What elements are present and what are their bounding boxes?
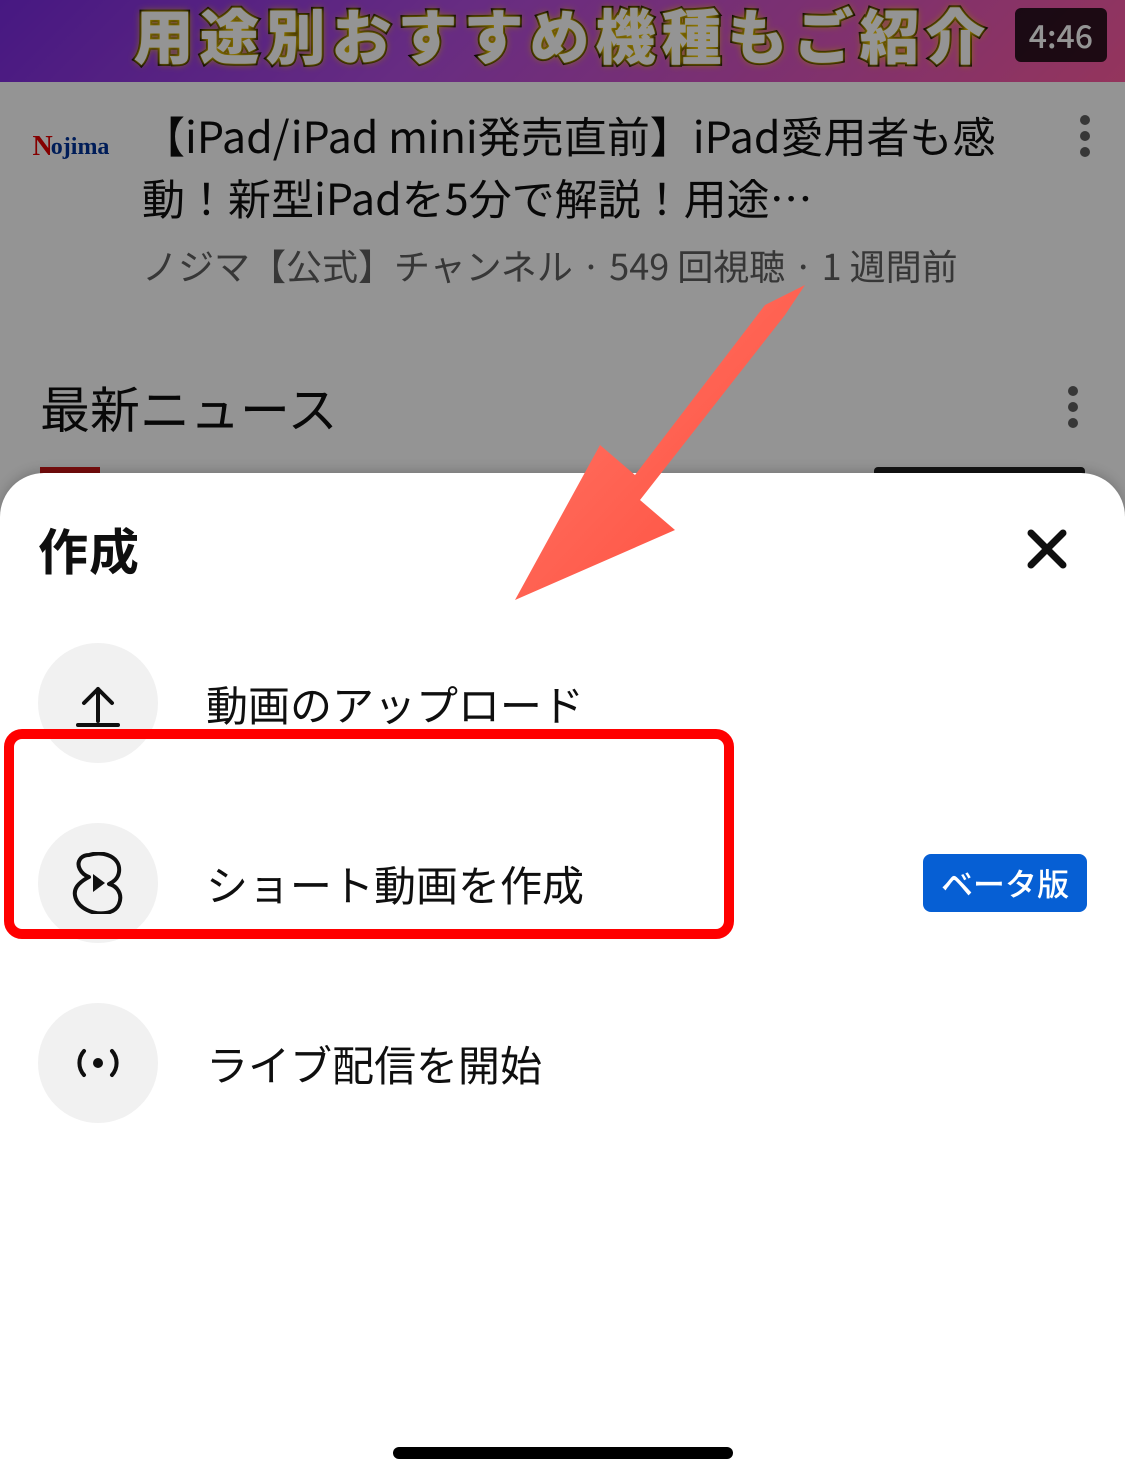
create-short-item[interactable]: ショート動画を作成 ベータ版 bbox=[30, 793, 1095, 973]
home-indicator bbox=[393, 1447, 733, 1459]
create-short-label: ショート動画を作成 bbox=[206, 853, 875, 914]
section-title: 最新ニュース bbox=[40, 371, 338, 443]
sheet-title: 作成 bbox=[38, 513, 140, 585]
start-live-label: ライブ配信を開始 bbox=[206, 1033, 1087, 1094]
shorts-icon bbox=[38, 823, 158, 943]
video-subtitle: ノジマ【公式】チャンネル · 549 回視聴 · 1 週間前 bbox=[142, 239, 1045, 291]
section-more-button[interactable] bbox=[1061, 375, 1085, 439]
channel-avatar[interactable]: Nojima bbox=[28, 104, 114, 190]
video-more-button[interactable] bbox=[1073, 104, 1097, 168]
start-live-item[interactable]: ライブ配信を開始 bbox=[30, 973, 1095, 1153]
vertical-dots-icon bbox=[1079, 114, 1091, 158]
video-title: 【iPad/iPad mini発売直前】iPad愛用者も感動！新型iPadを5分… bbox=[142, 104, 1045, 229]
thumbnail-overlay-text: 用途別おすすめ機種もご紹介 bbox=[134, 0, 992, 77]
section-header: 最新ニュース bbox=[0, 331, 1125, 467]
close-icon bbox=[1023, 525, 1071, 573]
beta-badge: ベータ版 bbox=[923, 854, 1087, 912]
vertical-dots-icon bbox=[1067, 385, 1079, 429]
upload-video-label: 動画のアップロード bbox=[206, 673, 1087, 734]
create-bottom-sheet: 作成 動画のアップロード bbox=[0, 473, 1125, 1477]
video-info-row[interactable]: Nojima 【iPad/iPad mini発売直前】iPad愛用者も感動！新型… bbox=[0, 82, 1125, 291]
close-button[interactable] bbox=[1015, 517, 1079, 581]
upload-video-item[interactable]: 動画のアップロード bbox=[30, 613, 1095, 793]
video-thumbnail[interactable]: 用途別おすすめ機種もご紹介 4:46 bbox=[0, 0, 1125, 82]
video-duration-badge: 4:46 bbox=[1015, 8, 1107, 62]
live-icon bbox=[38, 1003, 158, 1123]
upload-icon bbox=[38, 643, 158, 763]
